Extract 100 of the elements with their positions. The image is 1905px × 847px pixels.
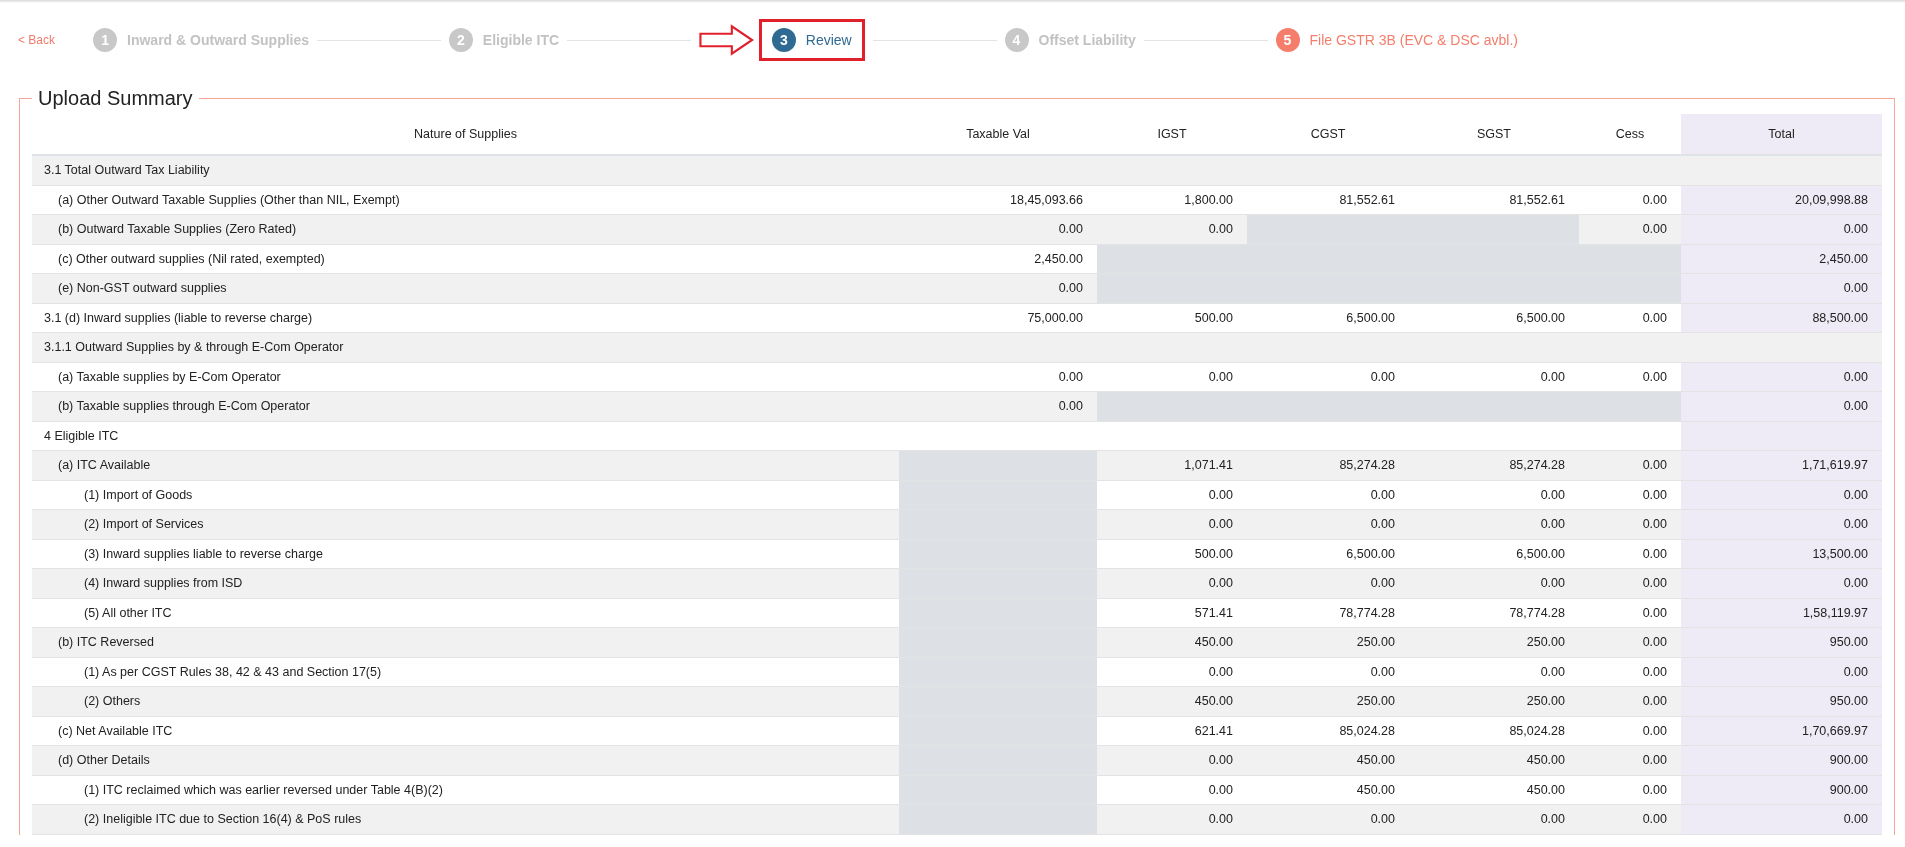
- row-label: (a) ITC Available: [32, 450, 899, 480]
- table-cell: 0.00: [1097, 362, 1247, 392]
- row-label: (5) All other ITC: [32, 598, 899, 628]
- table-cell: 900.00: [1681, 775, 1882, 805]
- back-link[interactable]: < Back: [18, 33, 56, 47]
- table-cell: 0.00: [1409, 804, 1579, 834]
- row-label: (1) Import of Goods: [32, 480, 899, 510]
- table-cell: 450.00: [1409, 775, 1579, 805]
- table-cell: 450.00: [1247, 745, 1409, 775]
- table-cell: 78,774.28: [1247, 598, 1409, 628]
- table-cell: 2,450.00: [1681, 244, 1882, 274]
- table-cell: 85,274.28: [1247, 450, 1409, 480]
- step-tab[interactable]: File GSTR 3B (EVC & DSC avbl.): [1309, 32, 1518, 48]
- table-cell: 0.00: [1681, 568, 1882, 598]
- row-label: (b) Outward Taxable Supplies (Zero Rated): [32, 214, 899, 244]
- row-label: 3.1.1 Outward Supplies by & through E-Com Operator: [32, 332, 899, 362]
- row-label: (2) Import of Services: [32, 509, 899, 539]
- table-cell: 250.00: [1247, 686, 1409, 716]
- table-cell: 0.00: [1681, 804, 1882, 834]
- row-label: (b) Taxable supplies through E-Com Operator: [32, 391, 899, 421]
- table-cell: 0.00: [1681, 480, 1882, 510]
- table-cell: 0.00: [1247, 509, 1409, 539]
- table-cell: 0.00: [1579, 804, 1681, 834]
- table-cell: 6,500.00: [1409, 303, 1579, 333]
- table-cell: 571.41: [1097, 598, 1247, 628]
- step-tab[interactable]: Inward & Outward Supplies: [127, 32, 310, 48]
- step-tab[interactable]: Offset Liability: [1038, 32, 1136, 48]
- row-label: 3.1 Total Outward Tax Liability: [32, 155, 899, 185]
- table-cell: 0.00: [1579, 775, 1681, 805]
- row-label: 3.1 (d) Inward supplies (liable to reverse charge): [32, 303, 899, 333]
- table-cell: 0.00: [1579, 539, 1681, 569]
- table-cell: 85,024.28: [1247, 716, 1409, 746]
- step-number: 3: [771, 28, 796, 52]
- table-cell: 6,500.00: [1409, 539, 1579, 569]
- table-cell: 6,500.00: [1247, 303, 1409, 333]
- table-cell: 75,000.00: [899, 303, 1097, 333]
- table-cell: 0.00: [1409, 657, 1579, 687]
- row-label: (1) As per CGST Rules 38, 42 & 43 and Section 17(5): [32, 657, 899, 687]
- row-label: (a) Taxable supplies by E-Com Operator: [32, 362, 899, 392]
- table-cell: 0.00: [1579, 509, 1681, 539]
- table-cell: 0.00: [1097, 480, 1247, 510]
- table-cell: 900.00: [1681, 745, 1882, 775]
- table-cell: 250.00: [1409, 627, 1579, 657]
- row-label: (3) Inward supplies liable to reverse charge: [32, 539, 899, 569]
- table-cell: 1,58,119.97: [1681, 598, 1882, 628]
- row-label: (e) Non-GST outward supplies: [32, 273, 899, 303]
- table-cell: 500.00: [1097, 303, 1247, 333]
- table-cell: 0.00: [1247, 480, 1409, 510]
- table-cell: 0.00: [1247, 657, 1409, 687]
- row-label: (c) Other outward supplies (Nil rated, exempted): [32, 244, 899, 274]
- table-cell: 0.00: [1097, 775, 1247, 805]
- table-cell: 0.00: [1247, 362, 1409, 392]
- table-cell: 0.00: [1579, 303, 1681, 333]
- table-cell: 0.00: [899, 214, 1097, 244]
- table-cell: 85,024.28: [1409, 716, 1579, 746]
- row-label: (4) Inward supplies from ISD: [32, 568, 899, 598]
- table-cell: 0.00: [1579, 568, 1681, 598]
- table-cell: 0.00: [1681, 509, 1882, 539]
- table-cell: 0.00: [1579, 686, 1681, 716]
- table-cell: 0.00: [1579, 598, 1681, 628]
- table-cell: 0.00: [1097, 214, 1247, 244]
- row-label: (2) Ineligible ITC due to Section 16(4) & PoS rules: [32, 804, 899, 834]
- row-label: (d) Other Details: [32, 745, 899, 775]
- row-label: (c) Net Available ITC: [32, 716, 899, 746]
- table-cell: 1,071.41: [1097, 450, 1247, 480]
- table-cell: 250.00: [1247, 627, 1409, 657]
- row-label: (b) ITC Reversed: [32, 627, 899, 657]
- table-cell: 1,800.00: [1097, 185, 1247, 215]
- table-cell: 2,450.00: [899, 244, 1097, 274]
- row-label: (1) ITC reclaimed which was earlier reversed under Table 4(B)(2): [32, 775, 899, 805]
- table-cell: 1,70,669.97: [1681, 716, 1882, 746]
- table-cell: 0.00: [1681, 273, 1882, 303]
- table-cell: 0.00: [1579, 362, 1681, 392]
- step-tab[interactable]: Eligible ITC: [482, 32, 560, 48]
- table-cell: 250.00: [1409, 686, 1579, 716]
- table-cell: 0.00: [1097, 568, 1247, 598]
- table-cell: 78,774.28: [1409, 598, 1579, 628]
- row-label: (a) Other Outward Taxable Supplies (Other than NIL, Exempt): [32, 185, 899, 215]
- table-cell: 0.00: [1681, 391, 1882, 421]
- table-cell: 0.00: [1409, 509, 1579, 539]
- table-cell: 0.00: [1579, 214, 1681, 244]
- table-cell: 450.00: [1247, 775, 1409, 805]
- table-cell: 450.00: [1409, 745, 1579, 775]
- row-label: 4 Eligible ITC: [32, 421, 899, 451]
- table-cell: 500.00: [1097, 539, 1247, 569]
- table-cell: 0.00: [1097, 657, 1247, 687]
- table-cell: 13,500.00: [1681, 539, 1882, 569]
- table-cell: 0.00: [899, 391, 1097, 421]
- table-cell: 0.00: [1579, 627, 1681, 657]
- table-cell: 0.00: [1579, 745, 1681, 775]
- step-tab[interactable]: Review: [805, 32, 852, 48]
- table-cell: 0.00: [1097, 745, 1247, 775]
- table-cell: 1,71,619.97: [1681, 450, 1882, 480]
- table-cell: 0.00: [899, 362, 1097, 392]
- step-number: 5: [1275, 28, 1300, 52]
- column-header: Total: [1681, 114, 1882, 155]
- table-cell: 621.41: [1097, 716, 1247, 746]
- table-cell: 950.00: [1681, 627, 1882, 657]
- table-cell: 6,500.00: [1247, 539, 1409, 569]
- table-cell: 950.00: [1681, 686, 1882, 716]
